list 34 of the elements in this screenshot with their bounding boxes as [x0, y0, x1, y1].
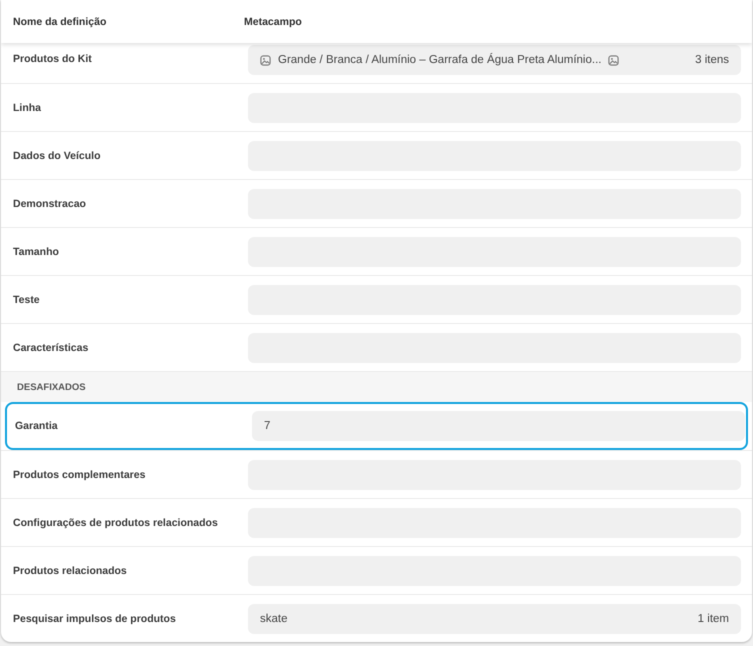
table-row[interactable]: Tamanho [1, 227, 752, 275]
column-header: Nome da definição [12, 16, 108, 28]
table-row[interactable]: Garantia 7 [5, 402, 748, 450]
definition-name: Características [12, 342, 90, 354]
table-row[interactable]: Produtos complementares [1, 450, 752, 498]
table-row[interactable]: Teste [1, 275, 752, 323]
metafield-input[interactable]: 7 [252, 411, 745, 441]
definition-name: Configurações de produtos relacionados [12, 516, 219, 528]
definition-name: Teste [12, 294, 41, 306]
table-row[interactable]: Configurações de produtos relacionados [1, 498, 752, 546]
item-count: 3 itens [695, 54, 729, 66]
table-row[interactable]: Linha [1, 83, 752, 131]
table-row[interactable]: Produtos do Kit Grande / Branca / Alumínio – Garrafa de Água Preta Alumínio... 3 itens [1, 43, 752, 83]
item-count: 1 item [698, 612, 729, 624]
column-header: Metacampo [244, 16, 302, 28]
definition-name: Pesquisar impulsos de produtos [12, 612, 177, 624]
definition-name: Produtos complementares [12, 468, 146, 480]
definition-name: Garantia [14, 420, 59, 432]
image-icon [608, 54, 620, 66]
definition-name: Dados do Veículo [12, 150, 102, 162]
metafield-input[interactable]: Grande / Branca / Alumínio – Garrafa de Água Preta Alumínio... 3 itens [248, 45, 741, 75]
table-row[interactable]: Pesquisar impulsos de produtos skate 1 item [1, 594, 752, 642]
section-title: DESAFIXADOS [17, 382, 86, 392]
definition-name: Produtos do Kit [12, 53, 93, 65]
metafield-input[interactable]: skate 1 item [248, 604, 741, 634]
definition-name: Tamanho [12, 246, 60, 258]
image-icon [260, 54, 271, 66]
definition-name: Produtos relacionados [12, 564, 128, 576]
table-row[interactable]: Demonstracao [1, 179, 752, 227]
table-row[interactable]: Dados do Veículo [1, 131, 752, 179]
table-row[interactable]: Produtos relacionados [1, 546, 752, 594]
definition-name: Linha [12, 102, 42, 114]
table-row[interactable]: Características [1, 323, 752, 371]
definition-name: Demonstracao [12, 198, 87, 210]
